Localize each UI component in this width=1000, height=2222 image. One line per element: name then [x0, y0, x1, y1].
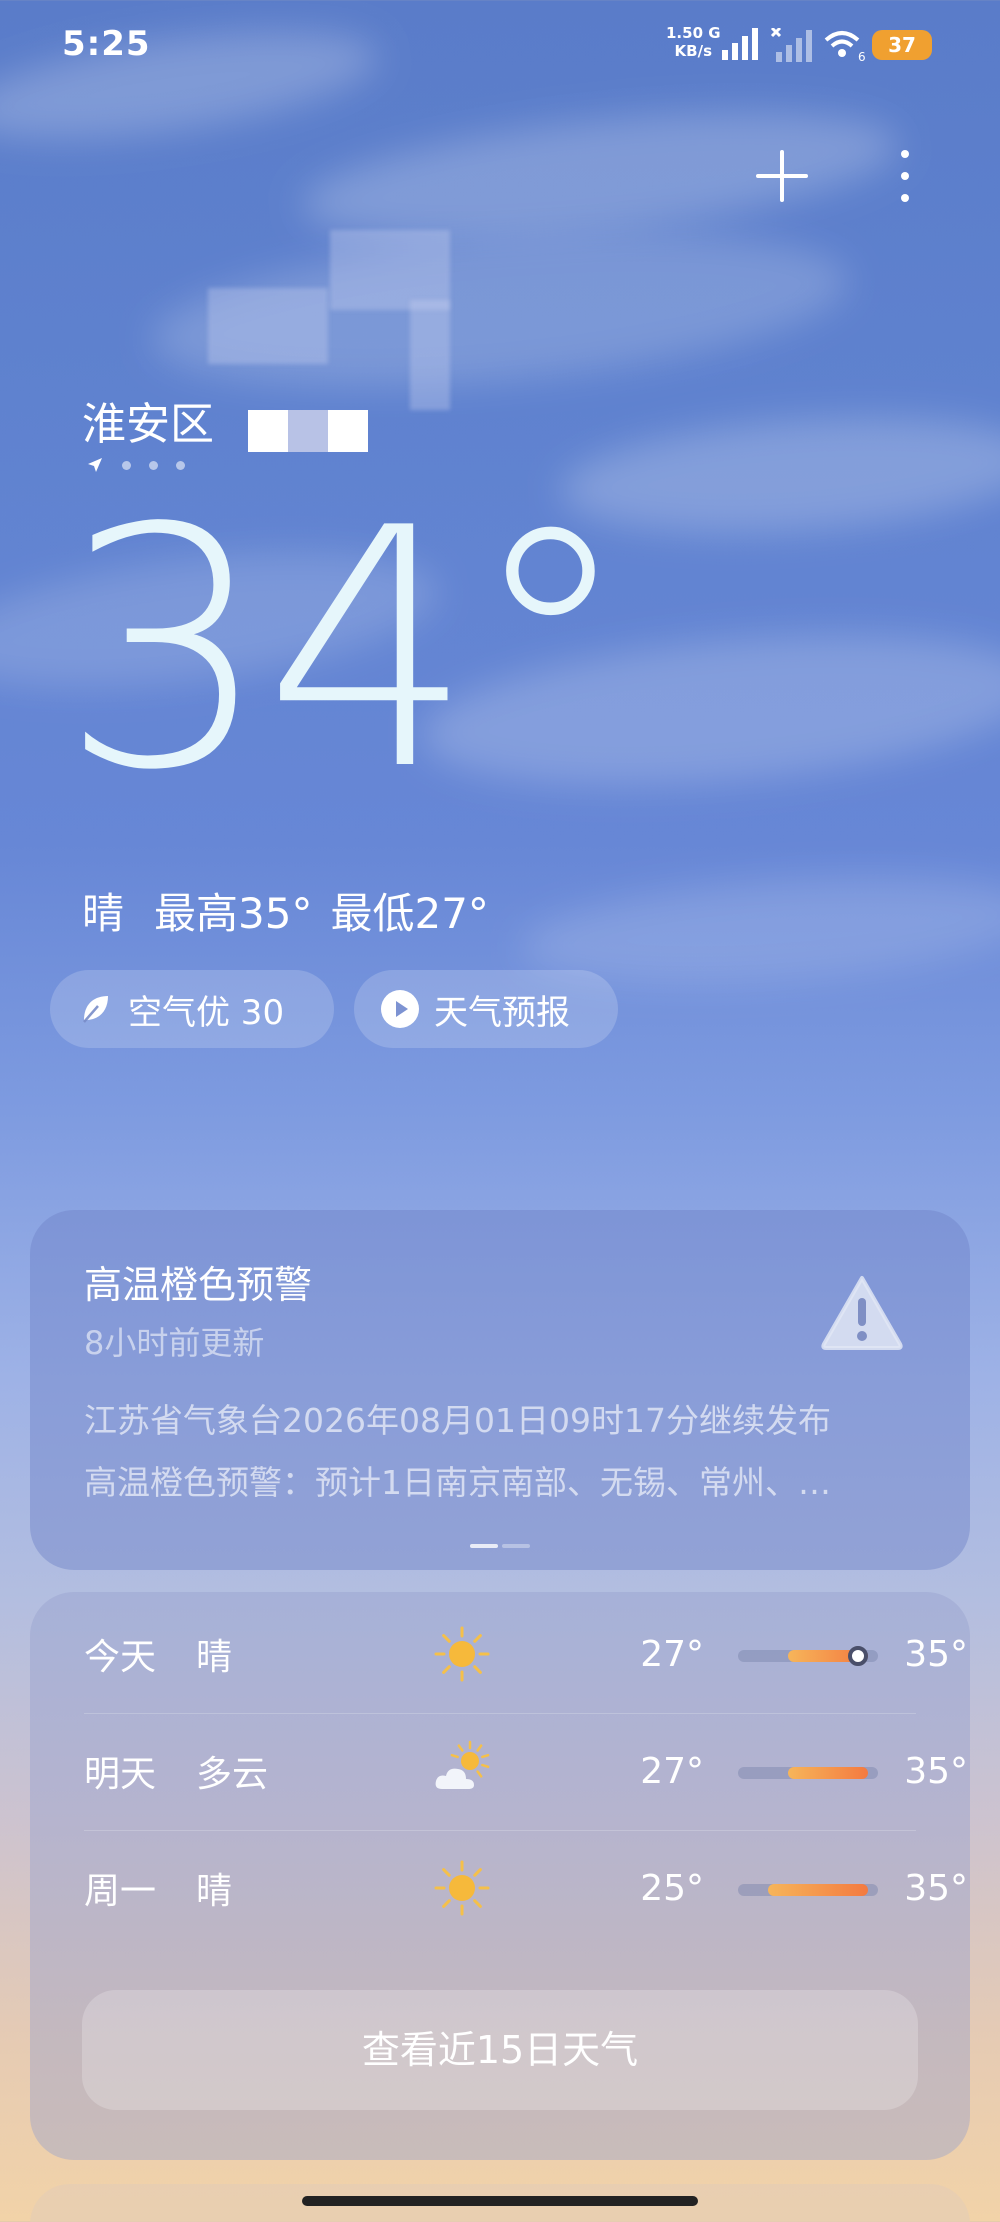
forecast-high: 35°	[904, 1867, 968, 1909]
forecast-high: 35°	[904, 1633, 968, 1675]
alert-pager	[470, 1544, 530, 1548]
wifi-icon: 6	[824, 31, 866, 62]
alert-updated-time: 8小时前更新	[84, 1324, 265, 1362]
partly-cloudy-icon	[430, 1739, 494, 1803]
air-quality-label: 空气优 30	[128, 992, 285, 1033]
forecast-low: 25°	[640, 1867, 704, 1909]
weather-summary: 晴 最高35° 最低27°	[82, 880, 489, 941]
signal-icon	[722, 28, 758, 60]
temperature-range-bar	[738, 1767, 878, 1779]
current-condition: 晴	[82, 889, 125, 938]
forecast-day: 明天	[84, 1754, 157, 1795]
forecast-day: 今天	[84, 1637, 157, 1678]
battery-indicator: 37	[872, 30, 932, 60]
signal-no-service-icon	[770, 28, 812, 62]
warning-icon	[821, 1276, 903, 1350]
forecast-high: 35°	[904, 1750, 968, 1792]
redacted-block	[330, 230, 450, 310]
add-city-button[interactable]	[752, 146, 812, 206]
alert-body: 江苏省气象台2026年08月01日09时17分继续发布 高温橙色预警：预计1日南…	[84, 1401, 831, 1502]
sun-icon	[430, 1622, 494, 1686]
weather-video-button[interactable]: 天气预报	[354, 970, 618, 1048]
temperature-range-bar	[738, 1646, 878, 1666]
forecast-day: 周一	[84, 1871, 157, 1912]
svg-text:6: 6	[858, 50, 866, 62]
forecast-condition: 晴	[196, 1871, 233, 1912]
location-name[interactable]: 淮安区	[82, 388, 214, 452]
status-bar: 5:25 1.50 G KB/s 6 37	[0, 0, 1000, 90]
weather-video-label: 天气预报	[434, 992, 570, 1033]
sun-icon	[430, 1856, 494, 1920]
air-quality-button[interactable]: 空气优 30	[50, 970, 334, 1048]
forecast-low: 27°	[640, 1750, 704, 1792]
status-time: 5:25	[62, 24, 151, 64]
temperature-range-bar	[738, 1884, 878, 1896]
forecast-row[interactable]: 明天 多云 27° 35°	[84, 1713, 968, 1829]
low-temperature: 最低27°	[330, 889, 489, 938]
leaf-icon	[83, 996, 108, 1023]
forecast-condition: 多云	[196, 1754, 269, 1795]
play-icon	[381, 990, 419, 1028]
temperature-range-fill	[788, 1767, 868, 1779]
high-temperature: 最高35°	[154, 889, 313, 938]
daily-forecast-card: 今天晴 27° 35° 明天 多云 27° 35° 周一晴 25° 35° 查看近15日天气	[30, 1592, 970, 2160]
more-options-icon[interactable]	[880, 146, 930, 206]
forecast-row[interactable]: 周一晴 25° 35°	[84, 1830, 968, 1946]
alert-title: 高温橙色预警	[84, 1263, 313, 1307]
temperature-range-fill	[768, 1884, 868, 1896]
forecast-condition: 晴	[196, 1637, 233, 1678]
redacted-block	[410, 300, 450, 410]
redacted-block	[208, 288, 328, 364]
redacted-location-detail	[248, 410, 372, 452]
current-temperature-marker	[848, 1646, 868, 1666]
net-speed: 1.50 G KB/s	[666, 24, 721, 60]
home-indicator[interactable]	[302, 2196, 698, 2206]
current-temperature: 34°	[60, 458, 633, 842]
weather-alert-card[interactable]: 高温橙色预警 8小时前更新 江苏省气象台2026年08月01日09时17分继续发…	[30, 1210, 970, 1570]
forecast-low: 27°	[640, 1633, 704, 1675]
forecast-row[interactable]: 今天晴 27° 35°	[84, 1596, 968, 1712]
view-15-day-forecast-button[interactable]: 查看近15日天气	[82, 1990, 918, 2110]
